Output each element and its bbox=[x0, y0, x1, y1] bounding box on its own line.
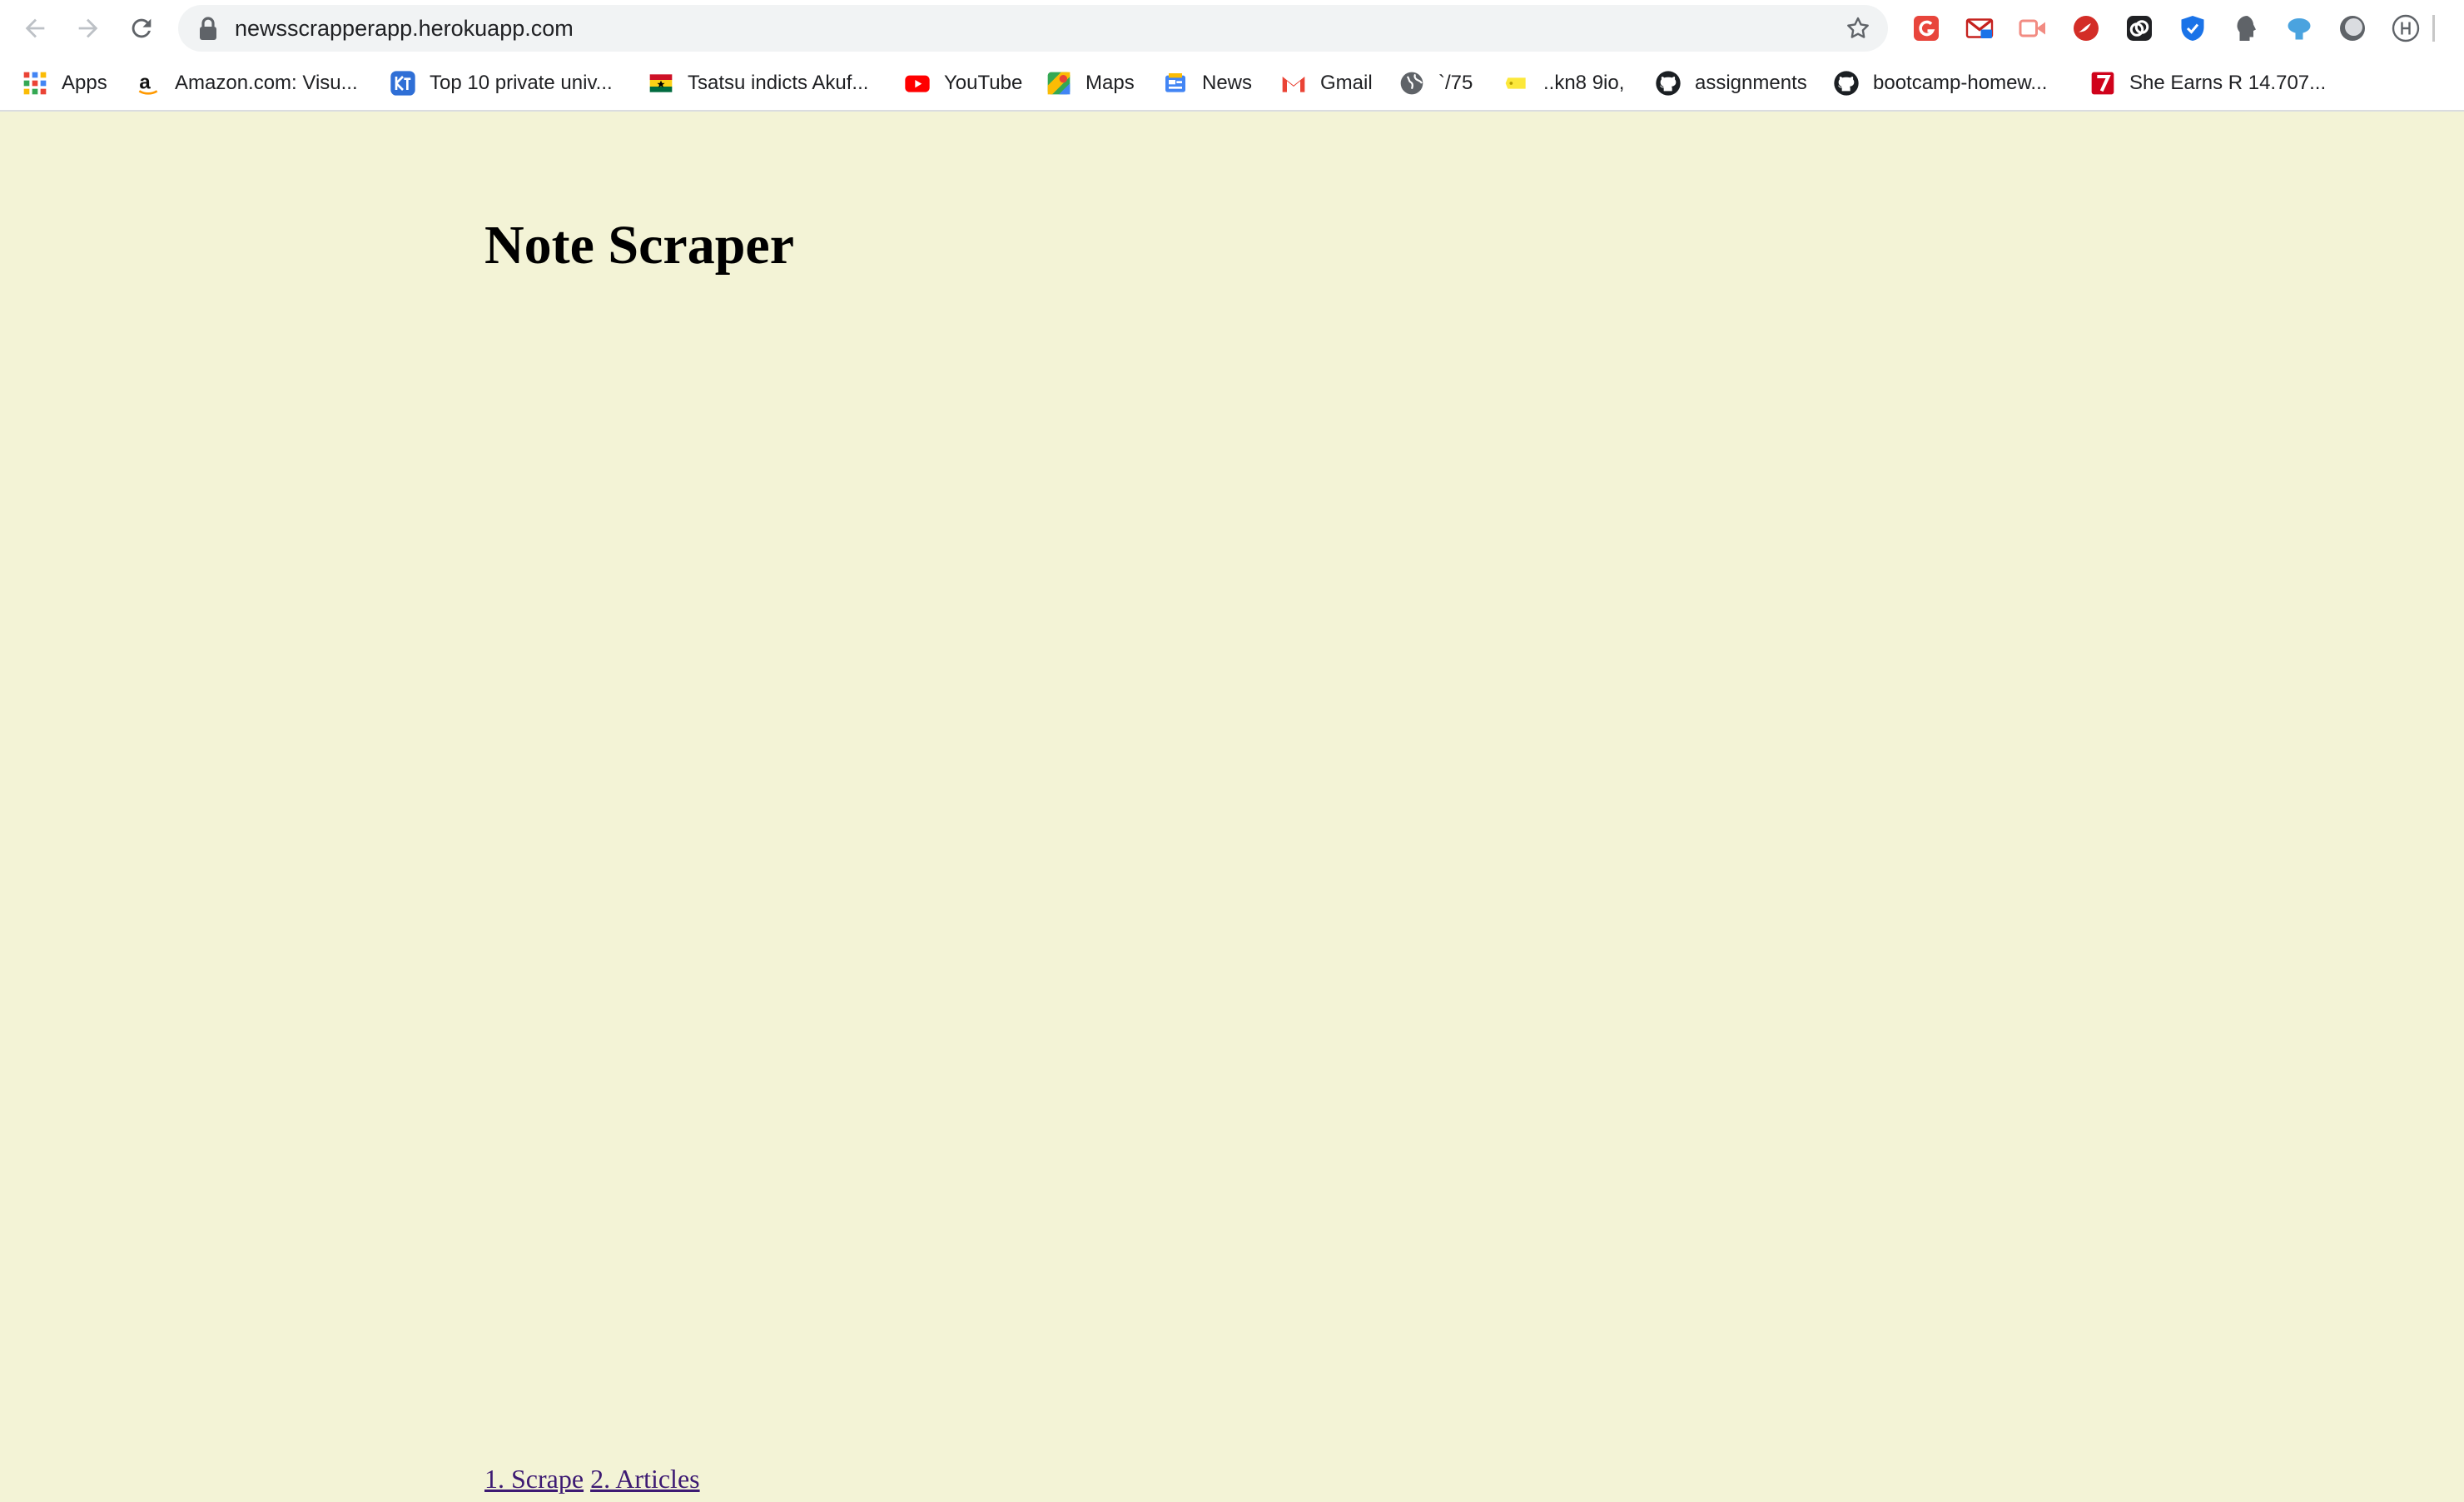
bookmark-star-icon[interactable] bbox=[1845, 15, 1871, 42]
news-icon bbox=[1162, 70, 1189, 97]
bookmark-youtube[interactable]: YouTube bbox=[904, 57, 1022, 110]
apps-grid-icon bbox=[22, 70, 48, 97]
nav-links: 1. Scrape 2. Articles bbox=[484, 1464, 700, 1495]
grammarly-icon[interactable] bbox=[1911, 13, 1941, 43]
head-profile-icon[interactable] bbox=[2231, 13, 2261, 43]
github-icon bbox=[1655, 70, 1682, 97]
shield-extension-icon[interactable] bbox=[2178, 13, 2208, 43]
url-text[interactable]: newsscrapperapp.herokuapp.com bbox=[235, 5, 574, 52]
bookmark-label: YouTube bbox=[944, 72, 1023, 94]
bookmark-label: ..kn8 9io, bbox=[1543, 72, 1625, 94]
back-button[interactable] bbox=[15, 8, 55, 48]
reload-icon bbox=[132, 18, 152, 38]
github-icon bbox=[1833, 70, 1860, 97]
back-arrow-icon bbox=[25, 18, 45, 38]
lastpass-icon[interactable] bbox=[2071, 13, 2101, 43]
bookmark-label: She Earns R 14.707... bbox=[2129, 72, 2327, 94]
ghana-flag-icon bbox=[648, 70, 674, 97]
bookmark-tsatsu[interactable]: Tsatsu indicts Akuf... bbox=[648, 57, 868, 110]
scrape-link[interactable]: 1. Scrape bbox=[484, 1464, 584, 1494]
globe-icon bbox=[1398, 70, 1425, 97]
bookmark-gmail[interactable]: Gmail bbox=[1280, 57, 1373, 110]
gmail-checker-icon[interactable] bbox=[1965, 13, 1995, 43]
bookmark-slash-75[interactable]: `/75 bbox=[1398, 57, 1473, 110]
bookmark-apps[interactable]: Apps bbox=[22, 57, 107, 110]
bookmark-label: assignments bbox=[1695, 72, 1807, 94]
bookmark-assignments[interactable]: assignments bbox=[1655, 57, 1807, 110]
reload-button[interactable] bbox=[122, 8, 161, 48]
h-circle-icon[interactable] bbox=[2391, 13, 2421, 43]
forward-arrow-icon bbox=[78, 18, 98, 38]
address-bar[interactable]: newsscrapperapp.herokuapp.com bbox=[178, 5, 1888, 52]
maps-icon bbox=[1046, 70, 1072, 97]
bookmark-label: Apps bbox=[62, 72, 107, 94]
toolbar-divider bbox=[2432, 15, 2435, 42]
lock-icon bbox=[200, 17, 216, 40]
video-extension-icon[interactable] bbox=[2018, 13, 2048, 43]
page-title: Note Scraper bbox=[484, 215, 795, 276]
bookmark-label: Tsatsu indicts Akuf... bbox=[688, 72, 869, 94]
bookmark-kn8[interactable]: ..kn8 9io, bbox=[1503, 57, 1624, 110]
forward-button[interactable] bbox=[68, 8, 108, 48]
bookmark-amazon[interactable]: a Amazon.com: Visu... bbox=[135, 57, 358, 110]
bookmark-news[interactable]: News bbox=[1162, 57, 1252, 110]
bookmark-label: Gmail bbox=[1320, 72, 1373, 94]
bookmark-label: `/75 bbox=[1438, 72, 1473, 94]
svg-text:a: a bbox=[139, 72, 151, 94]
red-seven-icon bbox=[2089, 70, 2116, 97]
browser-toolbar: newsscrapperapp.herokuapp.com bbox=[0, 0, 2464, 57]
bookmarks-bar: Apps a Amazon.com: Visu... Top 10 privat… bbox=[0, 57, 2464, 112]
bookmark-label: Amazon.com: Visu... bbox=[175, 72, 358, 94]
fish-extension-icon[interactable] bbox=[2284, 13, 2314, 43]
bookmark-label: Maps bbox=[1085, 72, 1135, 94]
link-extension-icon[interactable] bbox=[2124, 13, 2154, 43]
bookmark-bootcamp[interactable]: bootcamp-homew... bbox=[1833, 57, 2047, 110]
youtube-icon bbox=[904, 70, 931, 97]
yellow-tag-icon bbox=[1503, 70, 1530, 97]
bookmark-label: bootcamp-homew... bbox=[1873, 72, 2048, 94]
sphere-extension-icon[interactable] bbox=[2337, 13, 2367, 43]
gmail-icon bbox=[1280, 70, 1307, 97]
bookmark-label: News bbox=[1202, 72, 1253, 94]
articles-link[interactable]: 2. Articles bbox=[590, 1464, 700, 1494]
bookmark-top-10-private[interactable]: Top 10 private univ... bbox=[390, 57, 613, 110]
bookmark-she-earns[interactable]: She Earns R 14.707... bbox=[2089, 57, 2326, 110]
bookmark-maps[interactable]: Maps bbox=[1046, 57, 1135, 110]
kt-icon bbox=[390, 70, 416, 97]
amazon-icon: a bbox=[135, 70, 161, 97]
bookmark-label: Top 10 private univ... bbox=[430, 72, 613, 94]
